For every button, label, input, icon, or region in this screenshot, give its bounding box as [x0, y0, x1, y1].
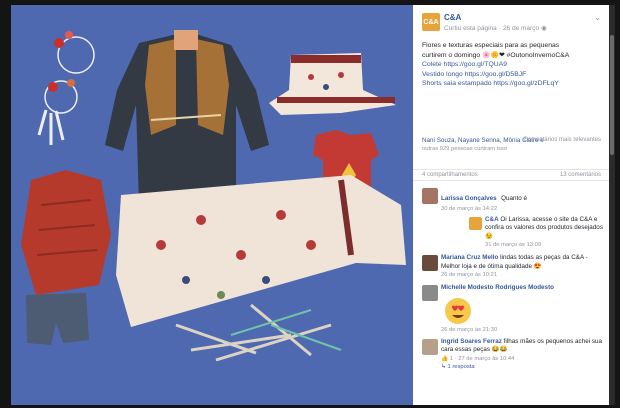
- panel-scrollbar[interactable]: [609, 5, 615, 405]
- reply-arrow-icon: ↳: [441, 363, 446, 370]
- comment-item: Mariana Cruz Mello lindas todas as peças…: [413, 254, 609, 279]
- comment-date[interactable]: 26 de março às 10:21: [441, 271, 603, 279]
- post-photo[interactable]: [11, 5, 413, 405]
- shorts-illustration: [26, 293, 89, 345]
- post-header: C&A C&A Curtiu esta página · 26 de março ◉ …: [413, 5, 609, 35]
- heart-eyes-emoji-icon: [441, 296, 475, 326]
- post-meta: Curtiu esta página · 26 de março ◉: [444, 24, 549, 32]
- avatar[interactable]: [422, 338, 438, 355]
- view-replies-link[interactable]: 1 resposta: [447, 364, 474, 370]
- comment-item: Ingrid Soares Ferraz filhas mães os pequ…: [413, 338, 609, 371]
- floral-dress-illustration: [116, 175, 406, 327]
- photo-illustration: [21, 30, 406, 362]
- post-side-panel: C&A C&A Curtiu esta página · 26 de março ◉ …: [413, 5, 609, 405]
- engagement-row: 4 compartilhamentos 13 comentários: [413, 168, 609, 181]
- like-icon: 👍: [441, 355, 449, 362]
- comment-author[interactable]: Larissa Gonçalves: [441, 195, 497, 202]
- likes-summary: Nani Souza, Nayane Senna, Mônia Claire e…: [413, 137, 609, 159]
- shares-count[interactable]: 4 compartilhamentos: [422, 172, 478, 178]
- chevron-down-icon[interactable]: ⌄: [594, 13, 601, 22]
- skirt-illustration: [269, 53, 396, 115]
- caption-link[interactable]: Vestido longo https://goo.gl/D5BJF: [422, 70, 600, 80]
- avatar[interactable]: [422, 187, 438, 204]
- comment-author[interactable]: Mariana Cruz Mello: [441, 254, 498, 261]
- comment-text: Oi Larissa, acesse o site da C&A e confi…: [485, 215, 603, 240]
- avatar[interactable]: [422, 255, 438, 271]
- cardigan-illustration: [21, 170, 111, 295]
- comment-date[interactable]: 31 de março às 13:09: [485, 241, 603, 249]
- comments-relevance-dropdown[interactable]: Comentários mais relevantes: [523, 137, 601, 143]
- lightbox: C&A C&A Curtiu esta página · 26 de março ◉ …: [0, 0, 620, 408]
- sticks-illustration: [175, 303, 342, 362]
- comment-text: Quanto é: [501, 194, 528, 202]
- comment-reply: C&A Oi Larissa, acesse o site da C&A e c…: [441, 216, 603, 250]
- comment-date[interactable]: 26 de março às 21:30: [441, 326, 603, 334]
- scroll-thumb[interactable]: [610, 35, 614, 155]
- globe-icon: ◉: [541, 25, 547, 32]
- avatar[interactable]: [422, 285, 438, 301]
- page-avatar[interactable]: C&A: [422, 13, 440, 31]
- meta-page-liked: Curtiu esta página: [444, 25, 497, 32]
- comment-item: Larissa Gonçalves Quanto é 30 de março à…: [413, 187, 609, 250]
- caption-line: curtirem o domingo 🌸🌼❤ #OutonoInvernoC&A: [422, 51, 570, 59]
- dreamcatcher-icon: [37, 31, 95, 145]
- post-date[interactable]: 26 de março: [503, 25, 539, 32]
- caption-link[interactable]: Colete https://goo.gl/TQUA9: [422, 60, 600, 70]
- comment-author[interactable]: Michelle Modesto: [441, 284, 493, 291]
- likers-more[interactable]: outras 929 pessoas curtiram isso: [422, 145, 600, 153]
- avatar[interactable]: [469, 216, 482, 230]
- meta-separator: ·: [498, 25, 501, 32]
- comment-item: Michelle Modesto Rodrigues Modesto 26 de…: [413, 284, 609, 334]
- comment-author[interactable]: C&A: [485, 216, 499, 223]
- comment-author-surname[interactable]: Rodrigues Modesto: [495, 284, 554, 291]
- caption-link[interactable]: Shorts saia estampado https://goo.gl/zDF…: [422, 79, 600, 89]
- comment-date[interactable]: 27 de março às 10:44: [458, 356, 514, 362]
- post-caption: Flores e texturas especiais para as pequ…: [413, 35, 609, 89]
- comment-date[interactable]: 30 de março às 14:22: [441, 205, 603, 213]
- comment-author[interactable]: Ingrid Soares Ferraz: [441, 338, 502, 345]
- reply-like-count: 1: [449, 355, 454, 362]
- logo-text: C&A: [423, 18, 439, 26]
- comments-count[interactable]: 13 comentários: [560, 172, 601, 178]
- page-name-link[interactable]: C&A: [444, 13, 461, 22]
- caption-line: Flores e texturas especiais para as pequ…: [422, 42, 560, 49]
